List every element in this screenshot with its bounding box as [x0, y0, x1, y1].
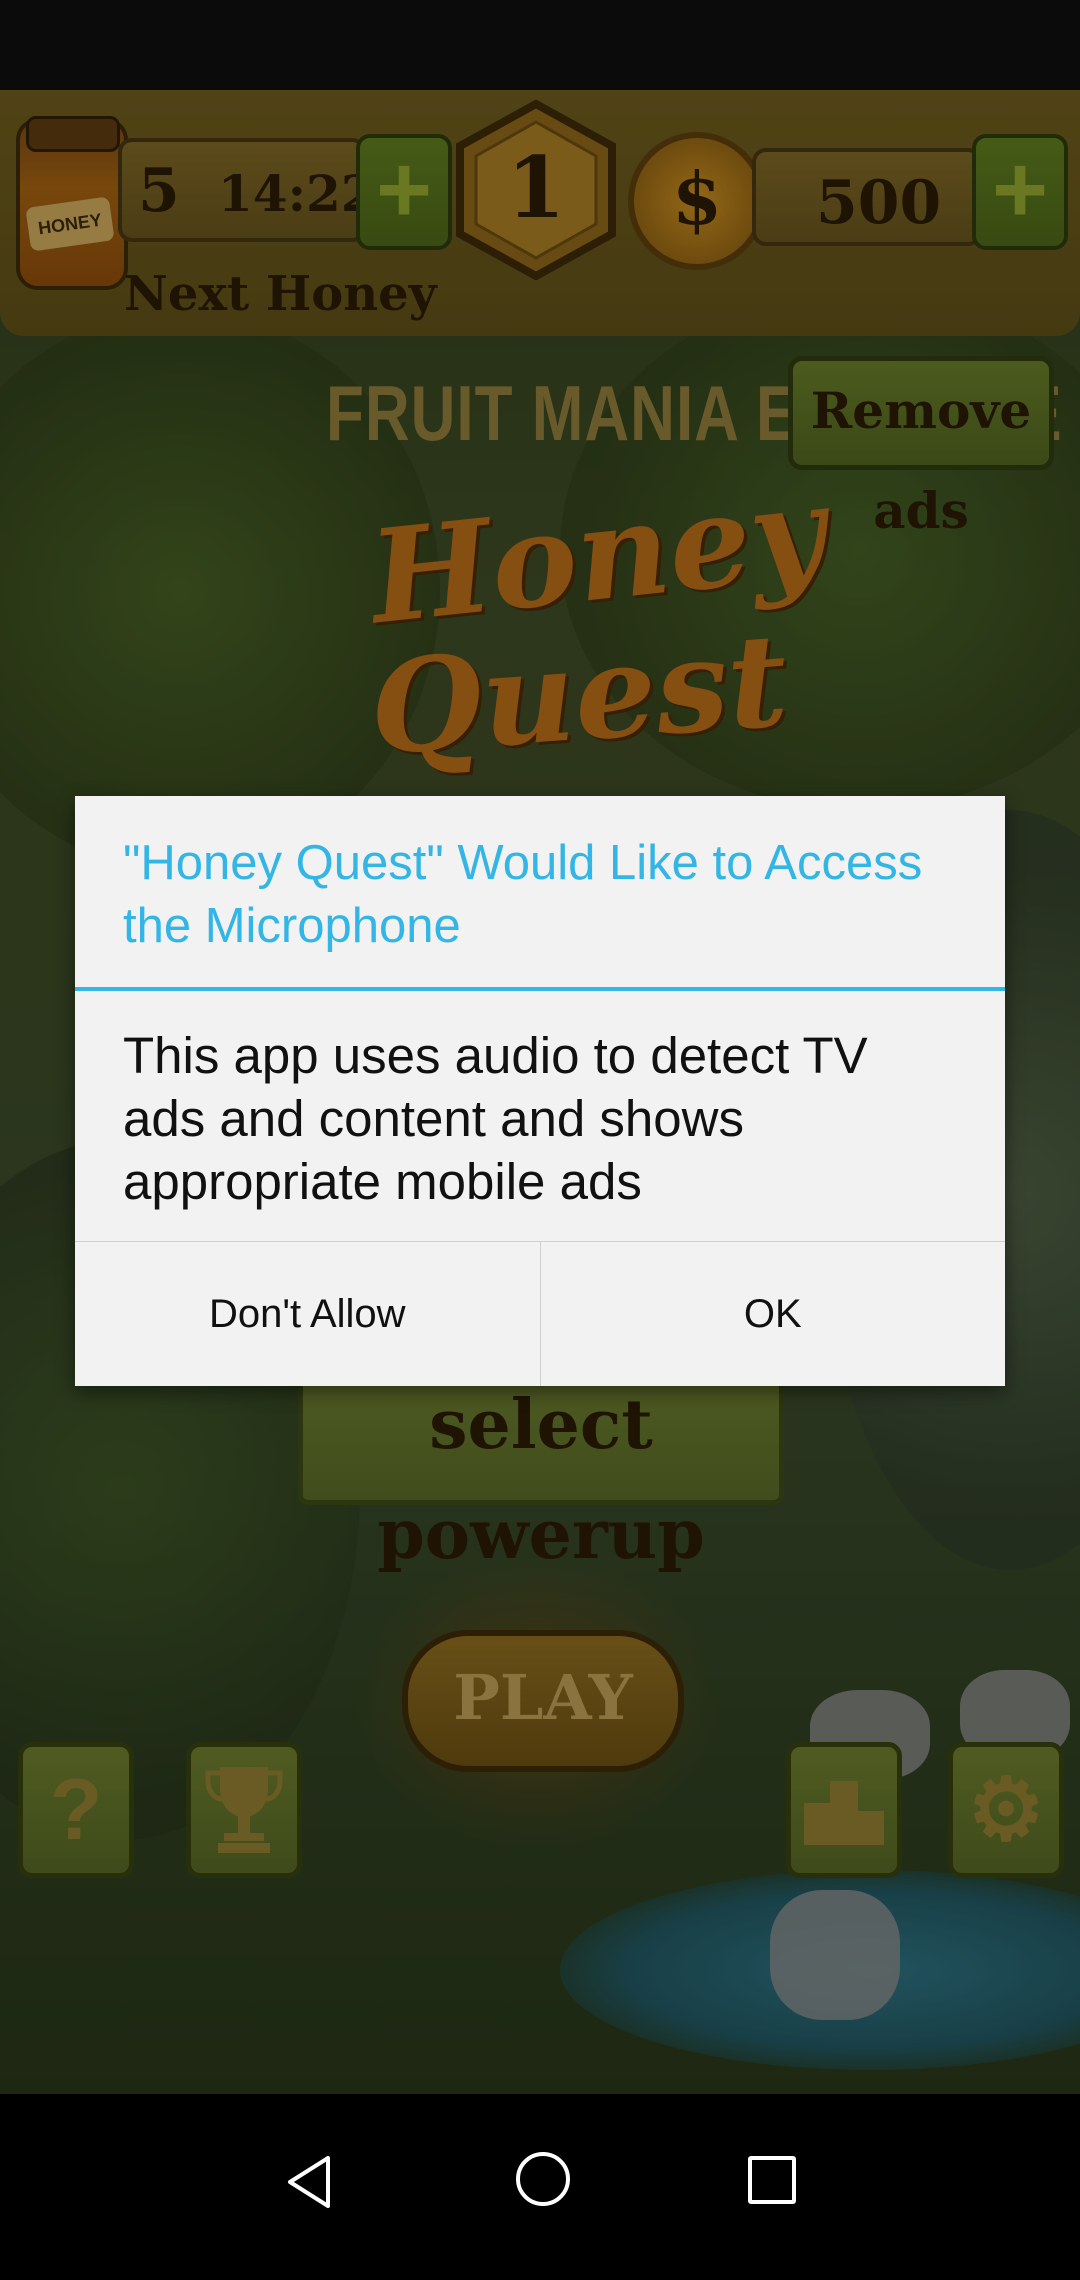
dialog-button-row: Don't Allow OK: [75, 1242, 1005, 1386]
permission-dialog: "Honey Quest" Would Like to Access the M…: [75, 796, 1005, 1386]
dialog-title: "Honey Quest" Would Like to Access the M…: [123, 836, 923, 953]
status-bar: [0, 0, 1080, 90]
dont-allow-button[interactable]: Don't Allow: [75, 1242, 540, 1386]
recents-icon[interactable]: [748, 2156, 796, 2204]
back-icon[interactable]: [282, 2152, 342, 2212]
home-icon[interactable]: [516, 2152, 570, 2206]
navigation-bar: [0, 2094, 1080, 2280]
dialog-title-divider: [75, 987, 1005, 991]
dialog-message: This app uses audio to detect TV ads and…: [123, 1027, 868, 1210]
ok-button[interactable]: OK: [539, 1242, 1005, 1386]
